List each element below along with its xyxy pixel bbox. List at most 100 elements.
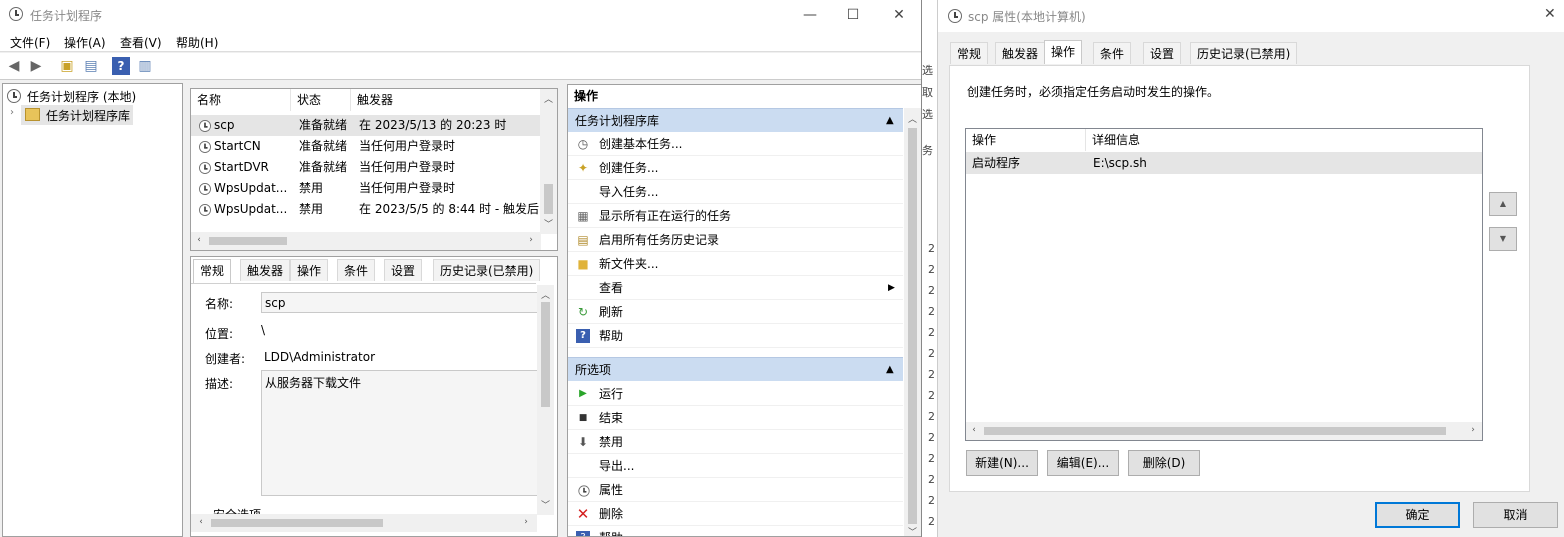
action-export[interactable]: 导出... [568, 454, 903, 478]
scroll-thumb[interactable] [211, 519, 383, 527]
action-show-running[interactable]: ▦ 显示所有正在运行的任务 [568, 204, 903, 228]
tab-settings[interactable]: 设置 [1143, 42, 1182, 64]
forward-arrow-icon[interactable]: ▶ [27, 57, 45, 75]
show-hide-tree-icon[interactable]: ▤ [82, 57, 100, 75]
description-field[interactable]: 从服务器下载文件 [261, 370, 541, 496]
collapse-icon[interactable]: ▲ [886, 109, 894, 133]
action-view[interactable]: 查看 ▶ [568, 276, 903, 300]
chevron-down-icon[interactable]: ﹀ [540, 217, 557, 230]
task-list-hscroll[interactable]: ‹ › [191, 232, 541, 250]
task-status: 准备就绪 [299, 160, 348, 174]
chevron-right-icon[interactable]: › [1468, 425, 1478, 435]
detail-hscroll[interactable]: ‹ › [191, 514, 537, 532]
table-row[interactable]: WpsUpdat... 禁用 在 2023/5/5 的 8:44 时 - 触发后… [191, 199, 551, 220]
table-row[interactable]: 启动程序 E:\scp.sh [966, 152, 1482, 174]
dialog-close-button[interactable]: ✕ [1544, 6, 1556, 22]
table-row[interactable]: StartCN 准备就绪 当任何用户登录时 [191, 136, 551, 157]
chevron-down-icon[interactable]: ﹀ [537, 498, 554, 511]
chevron-up-icon[interactable]: ︿ [904, 112, 921, 125]
scroll-thumb[interactable] [544, 184, 553, 214]
tab-actions[interactable]: 操作 [290, 259, 329, 281]
table-row[interactable]: StartDVR 准备就绪 当任何用户登录时 [191, 157, 551, 178]
delete-action-button[interactable]: 删除(D) [1128, 450, 1200, 476]
help-icon[interactable]: ? [112, 57, 130, 75]
chevron-right-icon[interactable]: › [521, 517, 531, 527]
tab-triggers[interactable]: 触发器 [240, 259, 291, 281]
close-button[interactable]: ✕ [884, 4, 914, 26]
action-help[interactable]: ? 帮助 [568, 324, 903, 348]
group-library[interactable]: 任务计划程序库 ▲ [568, 108, 903, 132]
action-run[interactable]: ▶ 运行 [568, 382, 903, 406]
scroll-thumb[interactable] [984, 427, 1446, 435]
edit-action-button[interactable]: 编辑(E)... [1047, 450, 1119, 476]
task-list-vscroll[interactable]: ︿ ﹀ [540, 89, 557, 234]
dialog-title-bar[interactable]: scp 属性(本地计算机) ✕ [938, 0, 1564, 32]
column-header-name[interactable]: 名称 [191, 89, 291, 111]
table-row[interactable]: scp 准备就绪 在 2023/5/13 的 20:23 时 [191, 115, 551, 136]
new-action-button[interactable]: 新建(N)... [966, 450, 1038, 476]
move-up-button[interactable]: ▲ [1489, 192, 1517, 216]
folder-up-icon[interactable]: ▣ [58, 57, 76, 75]
ok-button[interactable]: 确定 [1375, 502, 1460, 528]
run-icon: ▶ [579, 388, 587, 399]
menu-help[interactable]: 帮助(H) [176, 34, 218, 51]
column-header-trigger[interactable]: 触发器 [351, 89, 541, 111]
help-icon: ? [576, 531, 590, 536]
chevron-left-icon[interactable]: ‹ [969, 425, 979, 435]
tree-root[interactable]: 任务计划程序 (本地) [27, 88, 136, 105]
show-action-pane-icon[interactable]: ▥ [136, 57, 154, 75]
scroll-thumb[interactable] [209, 237, 287, 245]
chevron-left-icon[interactable]: ‹ [196, 517, 206, 527]
column-header-status[interactable]: 状态 [291, 89, 351, 111]
chevron-right-icon[interactable]: › [526, 235, 536, 245]
tab-conditions[interactable]: 条件 [1093, 42, 1132, 64]
column-header-action[interactable]: 操作 [966, 129, 1086, 151]
action-help-2[interactable]: ? 帮助 [568, 526, 903, 536]
tab-conditions[interactable]: 条件 [337, 259, 376, 281]
minimize-button[interactable]: — [795, 4, 825, 26]
tab-history[interactable]: 历史记录(已禁用) [433, 259, 541, 281]
tab-actions[interactable]: 操作 [1044, 40, 1083, 64]
maximize-button[interactable]: ☐ [838, 4, 868, 26]
menu-action[interactable]: 操作(A) [64, 34, 106, 51]
actions-list-hscroll[interactable]: ‹ › [966, 422, 1482, 440]
action-end[interactable]: ■ 结束 [568, 406, 903, 430]
group-selected[interactable]: 所选项 ▲ [568, 357, 903, 381]
scroll-thumb[interactable] [541, 302, 550, 407]
column-header-details[interactable]: 详细信息 [1086, 129, 1482, 151]
chevron-up-icon[interactable]: ︿ [540, 92, 557, 105]
tab-general[interactable]: 常规 [950, 42, 989, 64]
action-delete[interactable]: ✕ 删除 [568, 502, 903, 526]
tab-history[interactable]: 历史记录(已禁用) [1190, 42, 1298, 64]
action-enable-history[interactable]: ▤ 启用所有任务历史记录 [568, 228, 903, 252]
actions-vscroll[interactable]: ︿ ﹀ [904, 108, 921, 536]
chevron-left-icon[interactable]: ‹ [194, 235, 204, 245]
chevron-down-icon[interactable]: ﹀ [904, 525, 921, 536]
tree-item-library[interactable]: 任务计划程序库 [21, 105, 133, 125]
action-properties[interactable]: 属性 [568, 478, 903, 502]
menu-view[interactable]: 查看(V) [120, 34, 162, 51]
chevron-right-icon[interactable]: › [10, 107, 14, 118]
detail-vscroll[interactable]: ︿ ﹀ [537, 285, 554, 515]
chevron-up-icon[interactable]: ︿ [537, 288, 554, 301]
collapse-icon[interactable]: ▲ [886, 358, 894, 382]
move-down-button[interactable]: ▼ [1489, 227, 1517, 251]
tab-general[interactable]: 常规 [193, 259, 232, 283]
table-row[interactable]: WpsUpdat... 禁用 当任何用户登录时 [191, 178, 551, 199]
action-new-folder[interactable]: ■ 新文件夹... [568, 252, 903, 276]
stop-icon: ■ [578, 413, 588, 423]
action-refresh[interactable]: ↻ 刷新 [568, 300, 903, 324]
action-create-task[interactable]: ✦ 创建任务... [568, 156, 903, 180]
name-field[interactable]: scp [261, 292, 541, 313]
tab-triggers[interactable]: 触发器 [995, 42, 1046, 64]
scroll-thumb[interactable] [908, 128, 917, 524]
back-arrow-icon[interactable]: ◀ [5, 57, 23, 75]
action-import-task[interactable]: 导入任务... [568, 180, 903, 204]
menu-file[interactable]: 文件(F) [10, 34, 50, 51]
cancel-button[interactable]: 取消 [1473, 502, 1558, 528]
tab-settings[interactable]: 设置 [384, 259, 423, 281]
action-disable[interactable]: ⬇ 禁用 [568, 430, 903, 454]
delete-icon: ✕ [576, 505, 590, 523]
title-bar[interactable]: 任务计划程序 — ☐ ✕ [0, 0, 921, 30]
action-create-basic-task[interactable]: ◷ 创建基本任务... [568, 132, 903, 156]
